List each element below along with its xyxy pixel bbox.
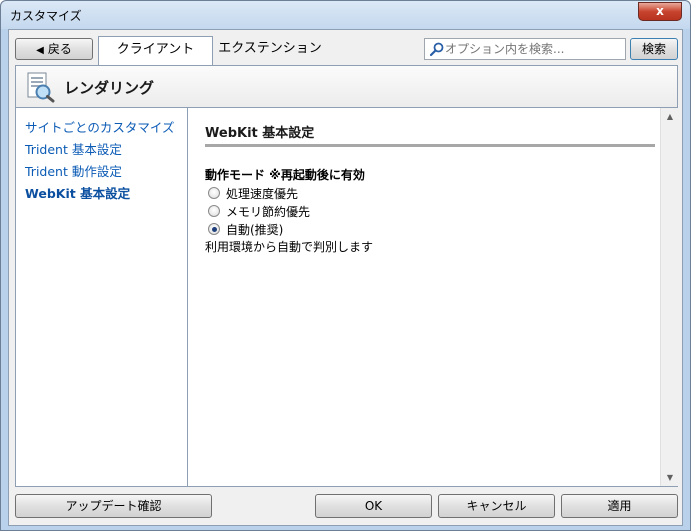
sidebar-item-trident-behavior[interactable]: Trident 動作設定 xyxy=(25,161,122,180)
tab-client[interactable]: クライアント xyxy=(98,36,213,65)
tab-extension-label: エクステンション xyxy=(218,41,322,56)
window-title: カスタマイズ xyxy=(10,9,82,23)
title-divider xyxy=(205,144,655,147)
back-button-label: 戻る xyxy=(47,42,72,56)
back-arrow-icon: ◀ xyxy=(36,45,44,56)
sidebar-item-webkit-basic[interactable]: WebKit 基本設定 xyxy=(25,183,130,202)
sidebar: サイトごとのカスタマイズ Trident 基本設定 Trident 動作設定 W… xyxy=(16,108,188,486)
check-update-label: アップデート確認 xyxy=(65,499,162,513)
vertical-scrollbar[interactable]: ▲ ▼ xyxy=(660,108,678,486)
section-header: レンダリング xyxy=(15,65,678,108)
ok-label: OK xyxy=(364,499,383,513)
tab-extension[interactable]: エクステンション xyxy=(215,36,325,64)
radio-button-checked[interactable] xyxy=(208,223,220,235)
sidebar-item-site-customize[interactable]: サイトごとのカスタマイズ xyxy=(25,117,175,136)
cancel-label: キャンセル xyxy=(466,499,527,513)
apply-button[interactable]: 適用 xyxy=(561,494,678,518)
radio-label: 処理速度優先 xyxy=(226,187,299,201)
check-update-button[interactable]: アップデート確認 xyxy=(15,494,212,518)
radio-label: メモリ節約優先 xyxy=(226,205,311,219)
apply-label: 適用 xyxy=(607,499,632,513)
scroll-down-arrow-icon[interactable]: ▼ xyxy=(661,469,679,486)
back-button[interactable]: ◀ 戻る xyxy=(15,38,93,60)
client-area: ◀戻る クライアント エクステンション 検索 xyxy=(8,29,683,526)
dialog-window: カスタマイズ x ◀戻る クライアント エクステンション 検索 xyxy=(0,0,691,531)
scroll-up-arrow-icon[interactable]: ▲ xyxy=(661,108,679,125)
page-magnifier-icon xyxy=(27,72,55,103)
mode-label: 動作モード ※再起動後に有効 xyxy=(205,168,365,182)
search-button-label: 検索 xyxy=(641,42,666,56)
radio-button[interactable] xyxy=(208,205,220,217)
content-title: WebKit 基本設定 xyxy=(205,126,315,141)
title-bar[interactable]: カスタマイズ x xyxy=(1,1,690,29)
settings-body: サイトごとのカスタマイズ Trident 基本設定 Trident 動作設定 W… xyxy=(15,108,678,487)
radio-button[interactable] xyxy=(208,187,220,199)
section-title: レンダリング xyxy=(64,79,155,97)
content-panel: WebKit 基本設定 動作モード ※再起動後に有効 処理速度優先 メモリ節約優… xyxy=(189,108,660,486)
close-button[interactable]: x xyxy=(638,2,682,21)
search-icon xyxy=(429,42,444,57)
search-button[interactable]: 検索 xyxy=(630,38,678,60)
auto-note: 利用環境から自動で判別します xyxy=(205,240,374,254)
tab-client-label: クライアント xyxy=(116,42,195,57)
sidebar-item-trident-basic[interactable]: Trident 基本設定 xyxy=(25,139,122,158)
search-box[interactable] xyxy=(424,38,626,60)
radio-label: 自動(推奨) xyxy=(226,223,284,237)
cancel-button[interactable]: キャンセル xyxy=(438,494,555,518)
ok-button[interactable]: OK xyxy=(315,494,432,518)
search-input[interactable] xyxy=(445,40,623,58)
close-icon: x xyxy=(656,4,664,18)
